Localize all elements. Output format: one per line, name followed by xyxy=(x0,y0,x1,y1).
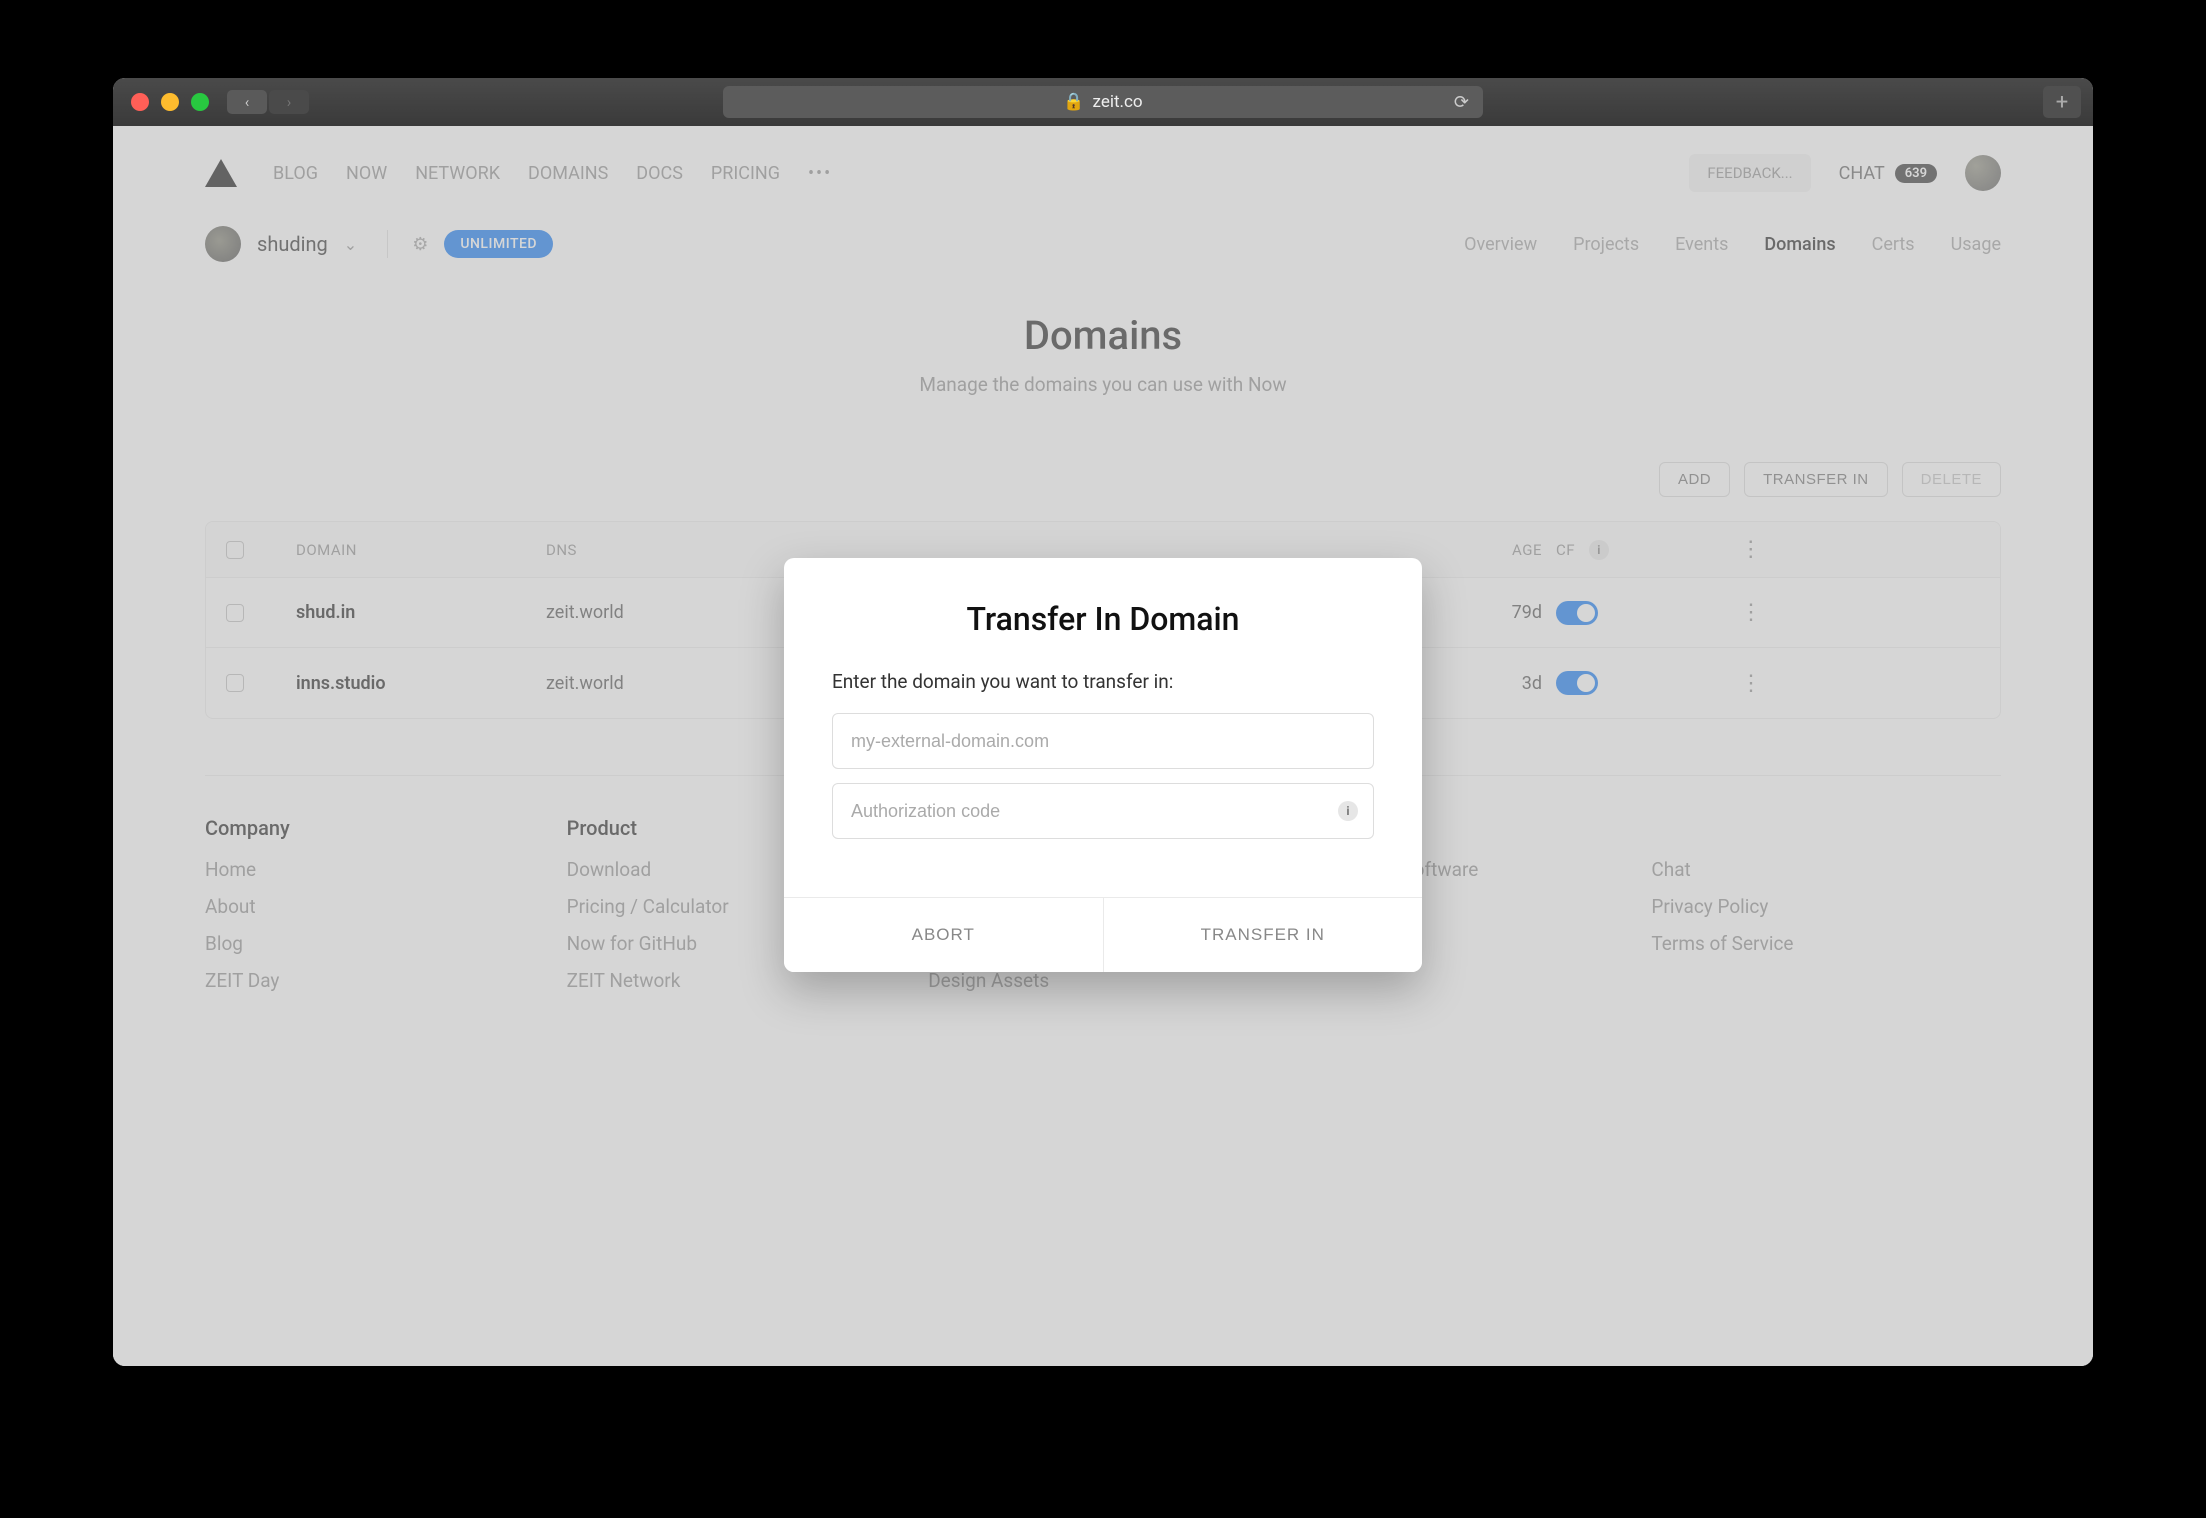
modal-title: Transfer In Domain xyxy=(784,558,1422,638)
minimize-window-icon[interactable] xyxy=(161,93,179,111)
lock-icon: 🔒 xyxy=(1063,92,1084,112)
auth-code-input[interactable] xyxy=(832,783,1374,839)
info-icon[interactable]: i xyxy=(1338,801,1358,821)
modal-prompt: Enter the domain you want to transfer in… xyxy=(832,670,1374,693)
forward-button: › xyxy=(269,90,309,114)
transfer-in-modal: Transfer In Domain Enter the domain you … xyxy=(784,558,1422,972)
url-bar[interactable]: 🔒 zeit.co ⟳ xyxy=(723,86,1483,118)
close-window-icon[interactable] xyxy=(131,93,149,111)
browser-window: ‹ › 🔒 zeit.co ⟳ + BLOG NOW NETWORK DOMAI… xyxy=(113,78,2093,1366)
modal-footer: ABORT TRANSFER IN xyxy=(784,897,1422,972)
new-tab-button[interactable]: + xyxy=(2043,86,2081,118)
back-button[interactable]: ‹ xyxy=(227,90,267,114)
transfer-in-submit-button[interactable]: TRANSFER IN xyxy=(1104,898,1423,972)
reload-icon[interactable]: ⟳ xyxy=(1454,92,1469,113)
abort-button[interactable]: ABORT xyxy=(784,898,1104,972)
nav-buttons: ‹ › xyxy=(227,90,309,114)
url-text: zeit.co xyxy=(1093,92,1143,112)
domain-input[interactable] xyxy=(832,713,1374,769)
page: BLOG NOW NETWORK DOMAINS DOCS PRICING ••… xyxy=(113,126,2093,1366)
traffic-lights xyxy=(131,93,209,111)
maximize-window-icon[interactable] xyxy=(191,93,209,111)
titlebar: ‹ › 🔒 zeit.co ⟳ + xyxy=(113,78,2093,126)
